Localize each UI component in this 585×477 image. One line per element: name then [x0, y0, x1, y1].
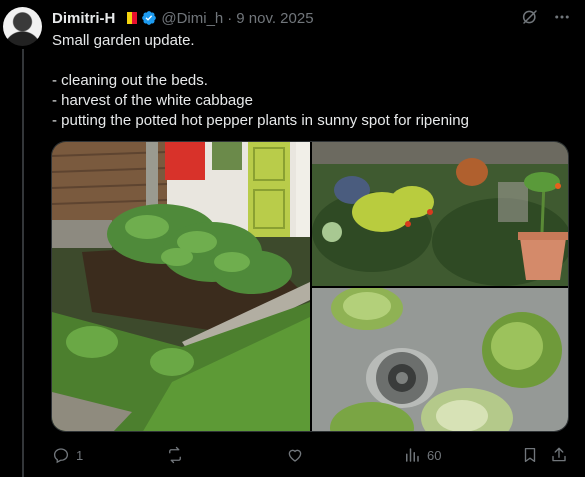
- bookmark-icon: [524, 447, 536, 463]
- tweet-line: - harvest of the white cabbage: [52, 92, 253, 109]
- belgium-flag-icon: [121, 12, 138, 24]
- post-date[interactable]: 9 nov. 2025: [236, 10, 313, 27]
- pepper-plants-photo[interactable]: [312, 142, 568, 286]
- reply-icon: [53, 448, 69, 464]
- like-button[interactable]: [286, 446, 310, 464]
- share-icon: [552, 447, 566, 462]
- bookmark-button[interactable]: [521, 446, 539, 464]
- separator: ·: [227, 9, 233, 27]
- thread-line: [22, 49, 24, 477]
- media-grid: [51, 141, 569, 432]
- tweet-line: [52, 51, 572, 71]
- verified-badge-icon[interactable]: [141, 10, 157, 26]
- action-bar: 1 60: [52, 446, 572, 466]
- tweet-line: - putting the potted hot pepper plants i…: [52, 112, 469, 129]
- avatar[interactable]: [3, 7, 42, 46]
- more-icon[interactable]: [553, 8, 571, 26]
- reply-button[interactable]: 1: [52, 446, 83, 464]
- garden-bed-photo[interactable]: [52, 142, 310, 431]
- repost-icon: [169, 446, 181, 464]
- reply-count: 1: [76, 447, 84, 463]
- tweet-line: Small garden update.: [52, 32, 195, 49]
- tweet-line: - cleaning out the beds.: [52, 72, 208, 89]
- views-button[interactable]: 60: [403, 446, 441, 464]
- tweet-text: Small garden update. - cleaning out the …: [52, 31, 572, 131]
- views-icon: [406, 448, 419, 462]
- grok-icon[interactable]: [521, 8, 539, 26]
- like-icon: [288, 449, 302, 462]
- repost-button[interactable]: [166, 446, 190, 464]
- display-name[interactable]: Dimitri-H: [52, 10, 115, 27]
- share-button[interactable]: [550, 446, 568, 464]
- views-count: 60: [427, 447, 442, 463]
- author-handle[interactable]: @Dimi_h: [161, 10, 223, 27]
- cabbages-sink-photo[interactable]: [312, 288, 568, 431]
- tweet-header: Dimitri-H @Dimi_h · 9 nov. 2025: [52, 8, 314, 28]
